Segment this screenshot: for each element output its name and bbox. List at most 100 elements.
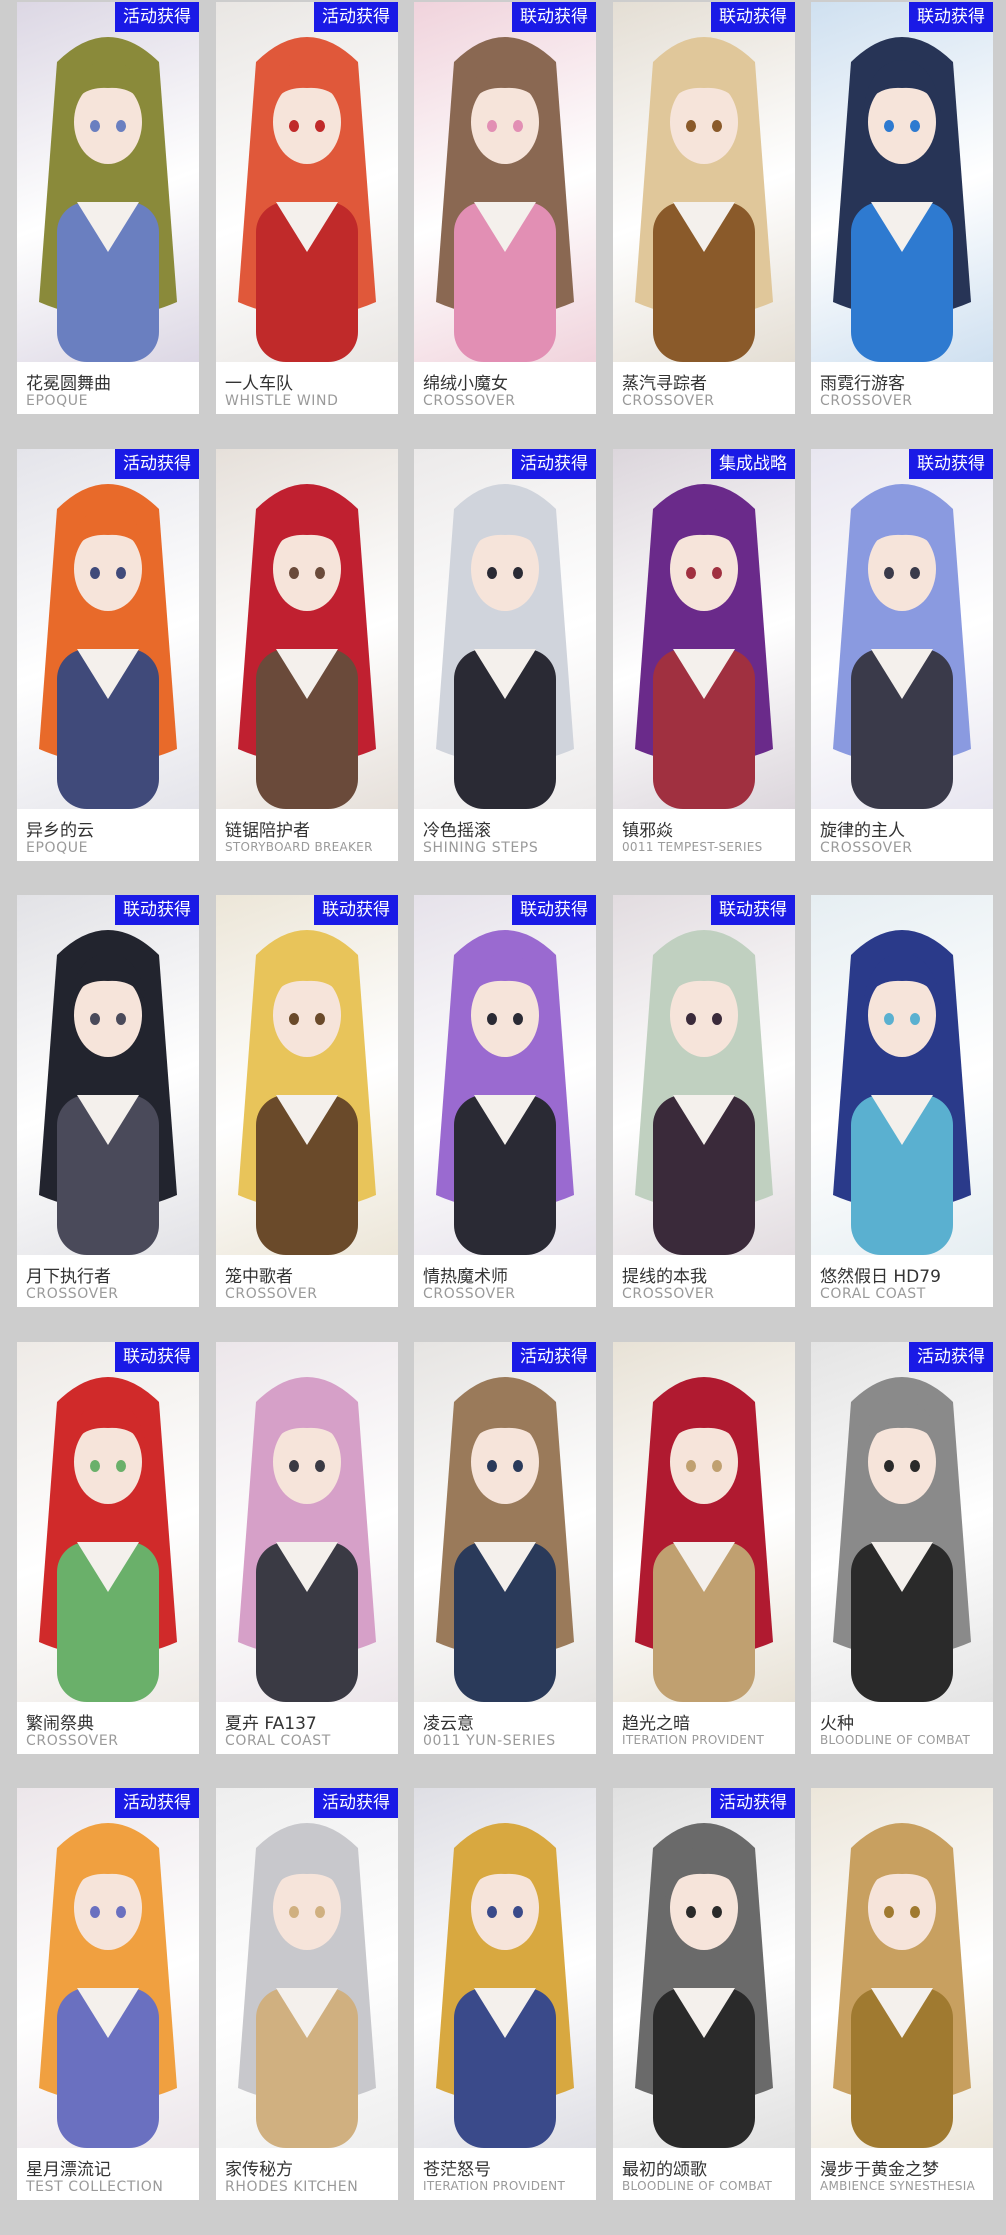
- skin-card-16[interactable]: 联动获得 繁闹祭典 CROSSOVER: [17, 1342, 199, 1754]
- skin-card-2[interactable]: 活动获得 一人车队 WHISTLE WIND: [216, 2, 398, 414]
- acquisition-badge: 联动获得: [909, 2, 993, 32]
- skin-card-7[interactable]: 链锯陪护者 STORYBOARD BREAKER: [216, 449, 398, 861]
- skin-card-5[interactable]: 联动获得 雨霓行游客 CROSSOVER: [811, 2, 993, 414]
- card-caption: 家传秘方 RHODES KITCHEN: [216, 2148, 398, 2200]
- character-portrait: [436, 930, 574, 1255]
- skin-artwork: 联动获得: [613, 895, 795, 1255]
- skin-card-9[interactable]: 集成战略 镇邪焱 0011 TEMPEST-SERIES: [613, 449, 795, 861]
- skin-series: CORAL COAST: [820, 1286, 926, 1302]
- skin-series: CROSSOVER: [423, 393, 516, 409]
- character-portrait: [833, 1377, 971, 1702]
- skin-series: ITERATION PROVIDENT: [423, 2179, 566, 2193]
- skin-series: CROSSOVER: [820, 840, 913, 856]
- character-portrait: [833, 1823, 971, 2148]
- skin-series: BLOODLINE OF COMBAT: [622, 2179, 773, 2193]
- skin-card-14[interactable]: 联动获得 提线的本我 CROSSOVER: [613, 895, 795, 1307]
- skin-card-8[interactable]: 活动获得 冷色摇滚 SHINING STEPS: [414, 449, 596, 861]
- character-portrait: [238, 1823, 376, 2148]
- skin-card-20[interactable]: 活动获得 火种 BLOODLINE OF COMBAT: [811, 1342, 993, 1754]
- card-caption: 繁闹祭典 CROSSOVER: [17, 1702, 199, 1754]
- skin-name: 提线的本我: [622, 1267, 707, 1287]
- skin-artwork: [216, 449, 398, 809]
- skin-name: 旋律的主人: [820, 821, 905, 841]
- skin-card-21[interactable]: 活动获得 星月漂流记 TEST COLLECTION: [17, 1788, 199, 2200]
- skin-card-19[interactable]: 趋光之暗 ITERATION PROVIDENT: [613, 1342, 795, 1754]
- acquisition-badge: 活动获得: [909, 1342, 993, 1372]
- skin-series: STORYBOARD BREAKER: [225, 840, 373, 854]
- skin-artwork: 活动获得: [216, 1788, 398, 2148]
- skin-artwork: 联动获得: [811, 2, 993, 362]
- card-caption: 蒸汽寻踪者 CROSSOVER: [613, 362, 795, 414]
- skin-name: 火种: [820, 1714, 854, 1734]
- card-caption: 月下执行者 CROSSOVER: [17, 1255, 199, 1307]
- skin-card-24[interactable]: 活动获得 最初的颂歌 BLOODLINE OF COMBAT: [613, 1788, 795, 2200]
- skin-series: ITERATION PROVIDENT: [622, 1733, 765, 1747]
- skin-artwork: 活动获得: [17, 449, 199, 809]
- skin-series: 0011 YUN-SERIES: [423, 1733, 556, 1749]
- character-portrait: [833, 37, 971, 362]
- acquisition-badge: 集成战略: [711, 449, 795, 479]
- skin-card-25[interactable]: 漫步于黄金之梦 AMBIENCE SYNESTHESIA: [811, 1788, 993, 2200]
- skin-card-4[interactable]: 联动获得 蒸汽寻踪者 CROSSOVER: [613, 2, 795, 414]
- skin-name: 凌云意: [423, 1714, 474, 1734]
- card-caption: 漫步于黄金之梦 AMBIENCE SYNESTHESIA: [811, 2148, 993, 2200]
- skin-series: BLOODLINE OF COMBAT: [820, 1733, 971, 1747]
- card-caption: 悠然假日 HD79 CORAL COAST: [811, 1255, 993, 1307]
- skin-artwork: 联动获得: [613, 2, 795, 362]
- skin-card-23[interactable]: 苍茫怒号 ITERATION PROVIDENT: [414, 1788, 596, 2200]
- card-caption: 凌云意 0011 YUN-SERIES: [414, 1702, 596, 1754]
- character-portrait: [436, 1823, 574, 2148]
- character-portrait: [635, 37, 773, 362]
- character-portrait: [39, 1823, 177, 2148]
- card-caption: 链锯陪护者 STORYBOARD BREAKER: [216, 809, 398, 861]
- skin-artwork: 活动获得: [17, 1788, 199, 2148]
- skin-artwork: 活动获得: [216, 2, 398, 362]
- skin-series: AMBIENCE SYNESTHESIA: [820, 2179, 976, 2193]
- skin-artwork: [811, 1788, 993, 2148]
- acquisition-badge: 联动获得: [512, 895, 596, 925]
- skin-artwork: 联动获得: [414, 2, 596, 362]
- skin-series: EPOQUE: [26, 393, 89, 409]
- skin-card-1[interactable]: 活动获得 花冕圆舞曲 EPOQUE: [17, 2, 199, 414]
- skin-artwork: [216, 1342, 398, 1702]
- card-caption: 最初的颂歌 BLOODLINE OF COMBAT: [613, 2148, 795, 2200]
- character-portrait: [436, 484, 574, 809]
- skin-series: CROSSOVER: [820, 393, 913, 409]
- acquisition-badge: 联动获得: [115, 895, 199, 925]
- card-caption: 旋律的主人 CROSSOVER: [811, 809, 993, 861]
- skin-name: 月下执行者: [26, 1267, 111, 1287]
- skin-name: 绵绒小魔女: [423, 374, 508, 394]
- skin-name: 花冕圆舞曲: [26, 374, 111, 394]
- character-portrait: [635, 930, 773, 1255]
- acquisition-badge: 联动获得: [115, 1342, 199, 1372]
- acquisition-badge: 活动获得: [512, 449, 596, 479]
- skin-name: 镇邪焱: [622, 821, 673, 841]
- acquisition-badge: 联动获得: [314, 895, 398, 925]
- skin-card-10[interactable]: 联动获得 旋律的主人 CROSSOVER: [811, 449, 993, 861]
- skin-name: 异乡的云: [26, 821, 94, 841]
- acquisition-badge: 联动获得: [711, 2, 795, 32]
- skin-artwork: 联动获得: [216, 895, 398, 1255]
- acquisition-badge: 活动获得: [115, 1788, 199, 1818]
- skin-card-15[interactable]: 悠然假日 HD79 CORAL COAST: [811, 895, 993, 1307]
- character-portrait: [238, 37, 376, 362]
- skin-artwork: 活动获得: [414, 449, 596, 809]
- skin-card-11[interactable]: 联动获得 月下执行者 CROSSOVER: [17, 895, 199, 1307]
- skin-name: 情热魔术师: [423, 1267, 508, 1287]
- skin-name: 苍茫怒号: [423, 2160, 491, 2180]
- skin-card-13[interactable]: 联动获得 情热魔术师 CROSSOVER: [414, 895, 596, 1307]
- character-portrait: [39, 1377, 177, 1702]
- character-portrait: [833, 484, 971, 809]
- skin-card-6[interactable]: 活动获得 异乡的云 EPOQUE: [17, 449, 199, 861]
- skin-card-17[interactable]: 夏卉 FA137 CORAL COAST: [216, 1342, 398, 1754]
- acquisition-badge: 活动获得: [512, 1342, 596, 1372]
- acquisition-badge: 活动获得: [314, 1788, 398, 1818]
- skin-card-12[interactable]: 联动获得 笼中歌者 CROSSOVER: [216, 895, 398, 1307]
- card-caption: 冷色摇滚 SHINING STEPS: [414, 809, 596, 861]
- skin-card-18[interactable]: 活动获得 凌云意 0011 YUN-SERIES: [414, 1342, 596, 1754]
- skin-card-3[interactable]: 联动获得 绵绒小魔女 CROSSOVER: [414, 2, 596, 414]
- skin-series: CROSSOVER: [26, 1733, 119, 1749]
- skin-artwork: [613, 1342, 795, 1702]
- skin-card-22[interactable]: 活动获得 家传秘方 RHODES KITCHEN: [216, 1788, 398, 2200]
- skin-artwork: 联动获得: [17, 895, 199, 1255]
